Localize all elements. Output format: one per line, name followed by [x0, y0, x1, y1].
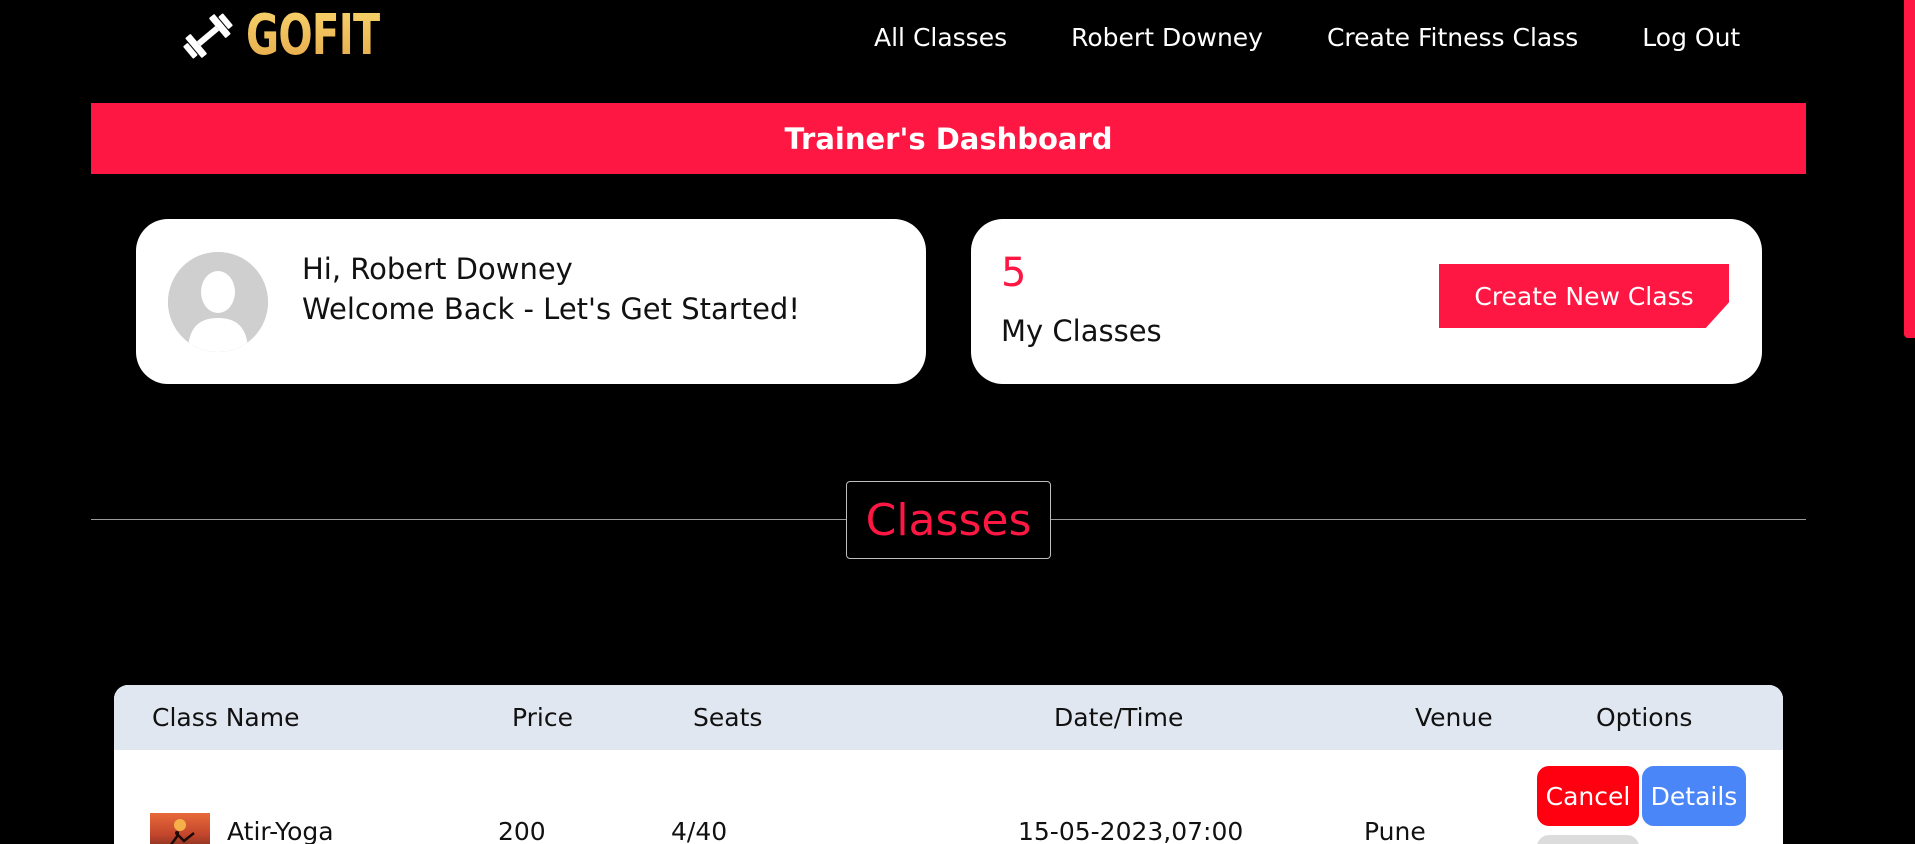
avatar[interactable]	[168, 252, 268, 352]
classes-table: Class Name Price Seats Date/Time Venue O…	[114, 685, 1783, 844]
more-button[interactable]	[1537, 835, 1639, 844]
brand-name: GOFIT	[246, 3, 381, 68]
section-title: Classes	[846, 481, 1051, 559]
class-seats: 4/40	[671, 817, 728, 844]
create-new-class-button[interactable]: Create New Class	[1439, 264, 1729, 328]
nav-log-out[interactable]: Log Out	[1642, 18, 1740, 58]
scrollbar[interactable]	[1904, 0, 1915, 338]
column-header-datetime: Date/Time	[1054, 703, 1184, 732]
page: GOFIT All Classes Robert Downey Create F…	[0, 0, 1915, 844]
welcome-message: Welcome Back - Let's Get Started!	[302, 292, 800, 326]
class-count: 5	[1001, 250, 1027, 296]
column-header-class-name: Class Name	[152, 703, 300, 732]
yoga-pose-icon	[170, 819, 195, 844]
nav-create-fitness-class[interactable]: Create Fitness Class	[1327, 18, 1578, 58]
user-silhouette-icon	[168, 252, 268, 352]
greeting: Hi, Robert Downey	[302, 252, 573, 286]
nav-all-classes[interactable]: All Classes	[874, 18, 1007, 58]
dashboard-banner: Trainer's Dashboard	[91, 103, 1806, 174]
class-thumbnail	[150, 813, 210, 844]
dumbbell-icon	[178, 6, 238, 66]
column-header-options: Options	[1596, 703, 1693, 732]
welcome-text: Hi, Robert Downey Welcome Back - Let's G…	[302, 249, 800, 329]
brand-logo[interactable]: GOFIT	[178, 6, 432, 66]
nav-profile[interactable]: Robert Downey	[1071, 18, 1263, 58]
class-price: 200	[498, 817, 546, 844]
welcome-card: Hi, Robert Downey Welcome Back - Let's G…	[136, 219, 926, 384]
cancel-button[interactable]: Cancel	[1537, 766, 1639, 826]
class-count-label: My Classes	[1001, 314, 1162, 348]
column-header-seats: Seats	[693, 703, 763, 732]
table-header: Class Name Price Seats Date/Time Venue O…	[114, 685, 1783, 750]
class-name[interactable]: Atir-Yoga	[227, 817, 334, 844]
my-classes-card: 5 My Classes Create New Class	[971, 219, 1762, 384]
column-header-price: Price	[512, 703, 573, 732]
column-header-venue: Venue	[1415, 703, 1493, 732]
class-venue: Pune	[1364, 817, 1426, 844]
nav-links: All Classes Robert Downey Create Fitness…	[874, 18, 1740, 58]
details-button[interactable]: Details	[1642, 766, 1746, 826]
class-datetime: 15-05-2023,07:00	[1018, 817, 1244, 844]
navbar: GOFIT All Classes Robert Downey Create F…	[0, 0, 1915, 78]
